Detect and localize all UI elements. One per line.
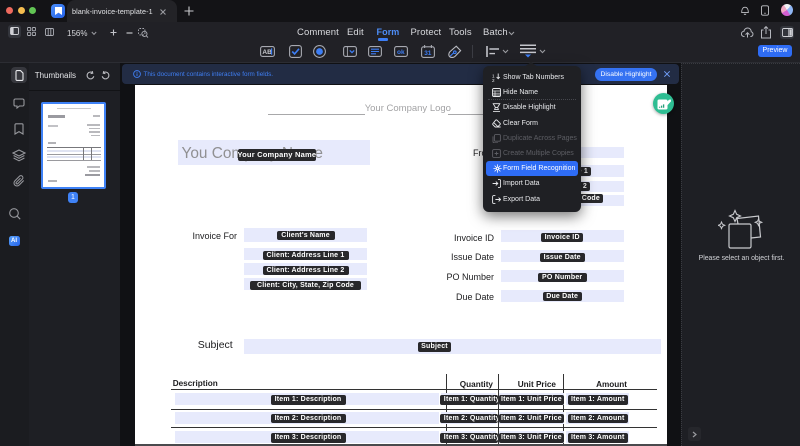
svg-text:31: 31 xyxy=(424,50,432,57)
svg-text:AB: AB xyxy=(262,49,272,56)
svg-text:2: 2 xyxy=(492,78,495,82)
svg-text:ok: ok xyxy=(397,49,405,56)
